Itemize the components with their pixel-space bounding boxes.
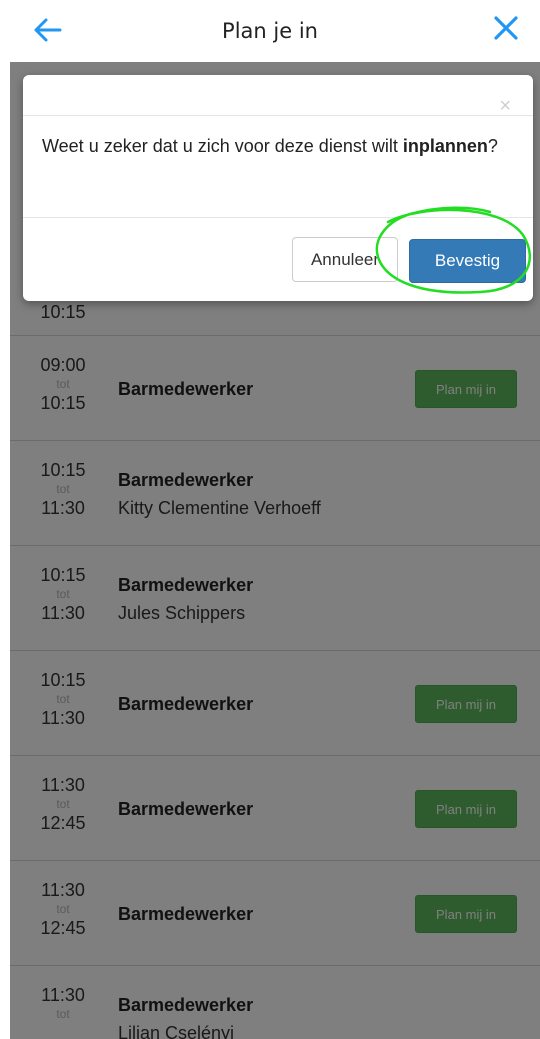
dialog-footer-divider xyxy=(23,217,533,218)
confirm-dialog: × Weet u zeker dat u zich voor deze dien… xyxy=(23,75,533,301)
page-title: Plan je in xyxy=(222,19,318,43)
dialog-header-divider xyxy=(23,115,533,116)
dialog-close-icon[interactable]: × xyxy=(499,96,511,116)
confirm-button[interactable]: Bevestig xyxy=(409,239,526,283)
dialog-message-suffix: ? xyxy=(487,136,498,156)
arrow-left-icon[interactable] xyxy=(28,10,68,50)
top-bar: Plan je in xyxy=(0,0,540,62)
dialog-message-bold: inplannen xyxy=(402,136,488,156)
cancel-button[interactable]: Annuleer xyxy=(292,237,398,282)
dialog-message-text: Weet u zeker dat u zich voor deze dienst… xyxy=(42,136,403,156)
close-icon[interactable] xyxy=(486,8,526,48)
dialog-message: Weet u zeker dat u zich voor deze dienst… xyxy=(42,135,512,158)
